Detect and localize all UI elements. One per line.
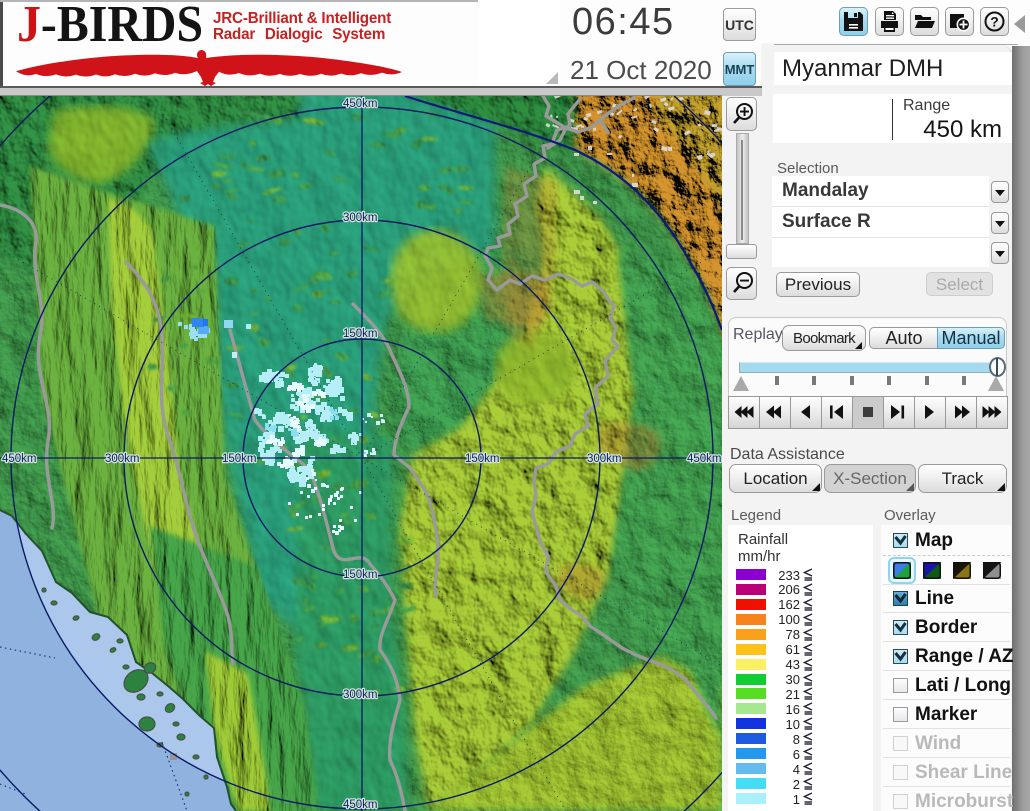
svg-text:150km: 150km — [343, 328, 378, 340]
svg-text:450km: 450km — [343, 98, 378, 110]
svg-text:150km: 150km — [465, 453, 500, 465]
svg-text:300km: 300km — [343, 212, 378, 224]
svg-text:450km: 450km — [343, 799, 378, 811]
svg-text:300km: 300km — [343, 689, 378, 701]
svg-text:450km: 450km — [687, 453, 722, 465]
svg-text:150km: 150km — [222, 453, 257, 465]
svg-text:450km: 450km — [2, 453, 37, 465]
svg-text:?: ? — [990, 13, 999, 29]
svg-text:150km: 150km — [343, 569, 378, 581]
svg-text:300km: 300km — [587, 453, 622, 465]
svg-text:300km: 300km — [105, 453, 140, 465]
